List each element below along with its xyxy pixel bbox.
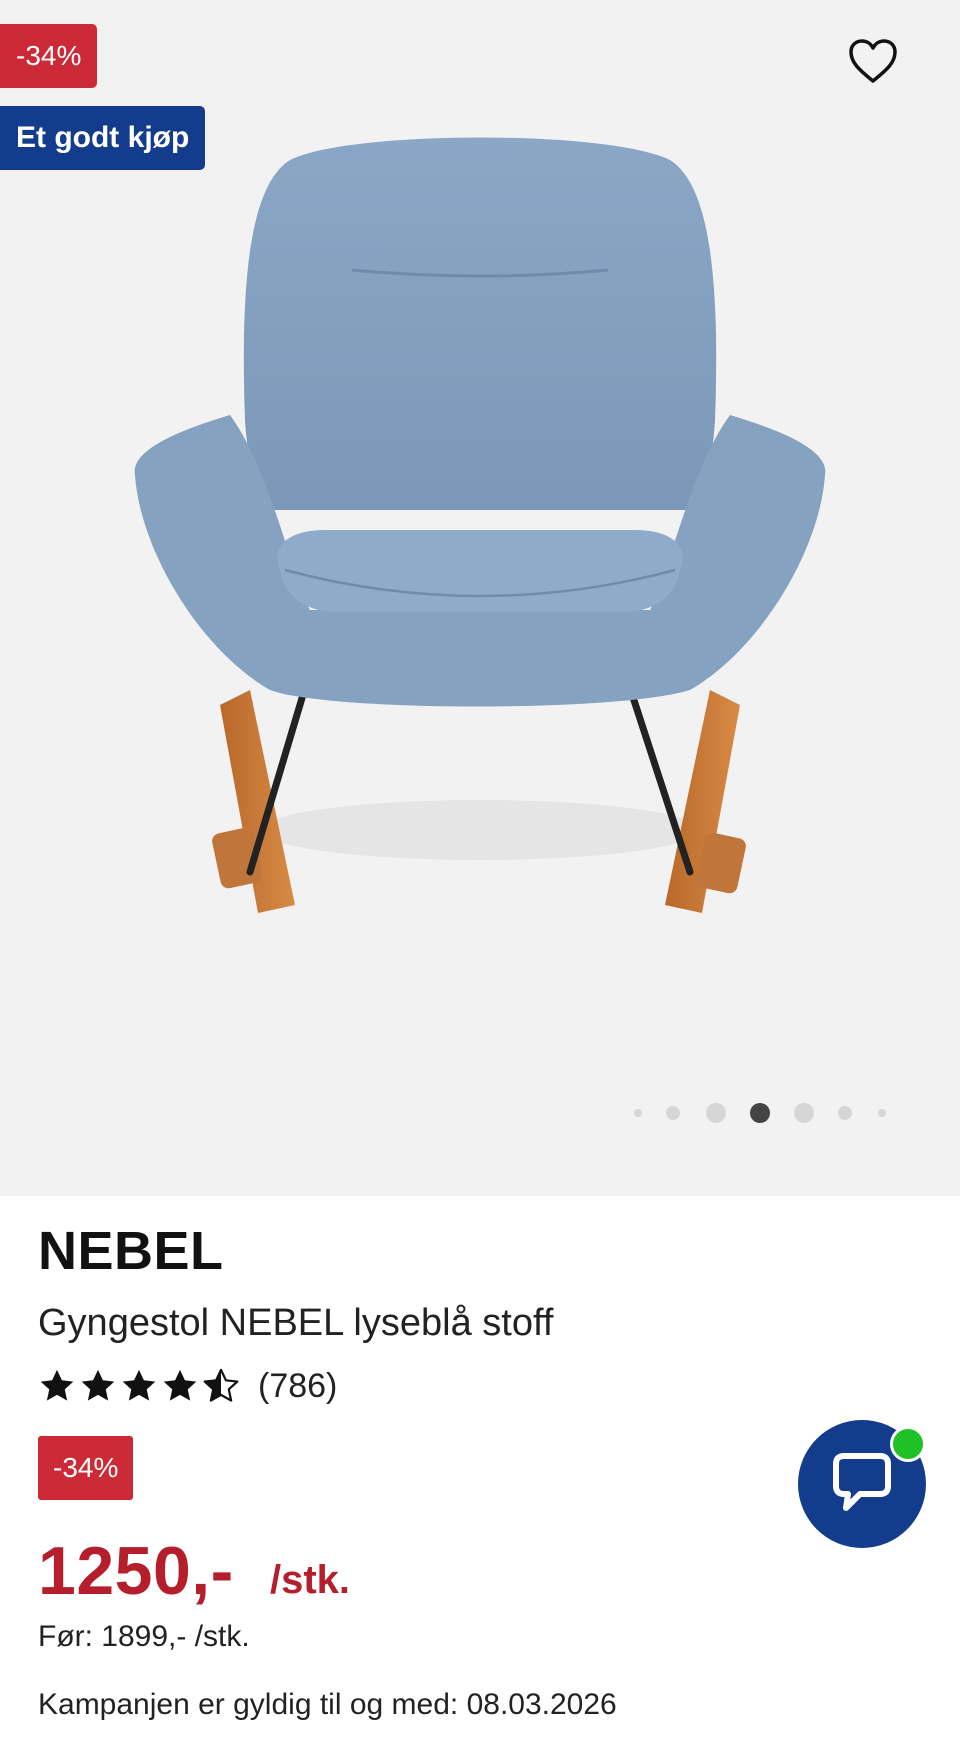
star-half-icon — [203, 1368, 239, 1402]
image-carousel-dots — [630, 1100, 890, 1126]
current-price: 1250,- — [38, 1533, 234, 1609]
carousel-dot[interactable] — [838, 1106, 852, 1120]
product-image-rocking-chair — [134, 137, 826, 913]
carousel-dot-active[interactable] — [750, 1103, 770, 1123]
product-name: Gyngestol NEBEL lyseblå stoff — [38, 1302, 554, 1344]
carousel-dot[interactable] — [794, 1103, 814, 1123]
campaign-validity: Kampanjen er gyldig til og med: 08.03.20… — [38, 1688, 617, 1721]
previous-price: Før: 1899,- /stk. — [38, 1620, 250, 1653]
carousel-dot[interactable] — [634, 1109, 642, 1117]
carousel-dot[interactable] — [666, 1106, 680, 1120]
product-rating[interactable]: (786) — [38, 1364, 337, 1408]
star-filled-icon — [81, 1369, 115, 1401]
star-filled-icon — [40, 1369, 74, 1401]
discount-badge: -34% — [38, 1436, 134, 1500]
heart-icon[interactable] — [848, 38, 898, 84]
carousel-dot[interactable] — [706, 1103, 726, 1123]
chat-online-indicator — [890, 1426, 926, 1462]
carousel-dot[interactable] — [878, 1109, 886, 1117]
review-count[interactable]: (786) — [258, 1367, 337, 1406]
star-filled-icon — [163, 1369, 197, 1401]
price-unit: /stk. — [270, 1558, 351, 1602]
discount-badge-top: -34% — [0, 24, 98, 88]
rating-stars — [38, 1367, 240, 1405]
star-filled-icon — [122, 1369, 156, 1401]
product-image-gallery[interactable]: -34% Et godt kjøp — [0, 0, 960, 1196]
product-brand: NEBEL — [38, 1221, 224, 1281]
